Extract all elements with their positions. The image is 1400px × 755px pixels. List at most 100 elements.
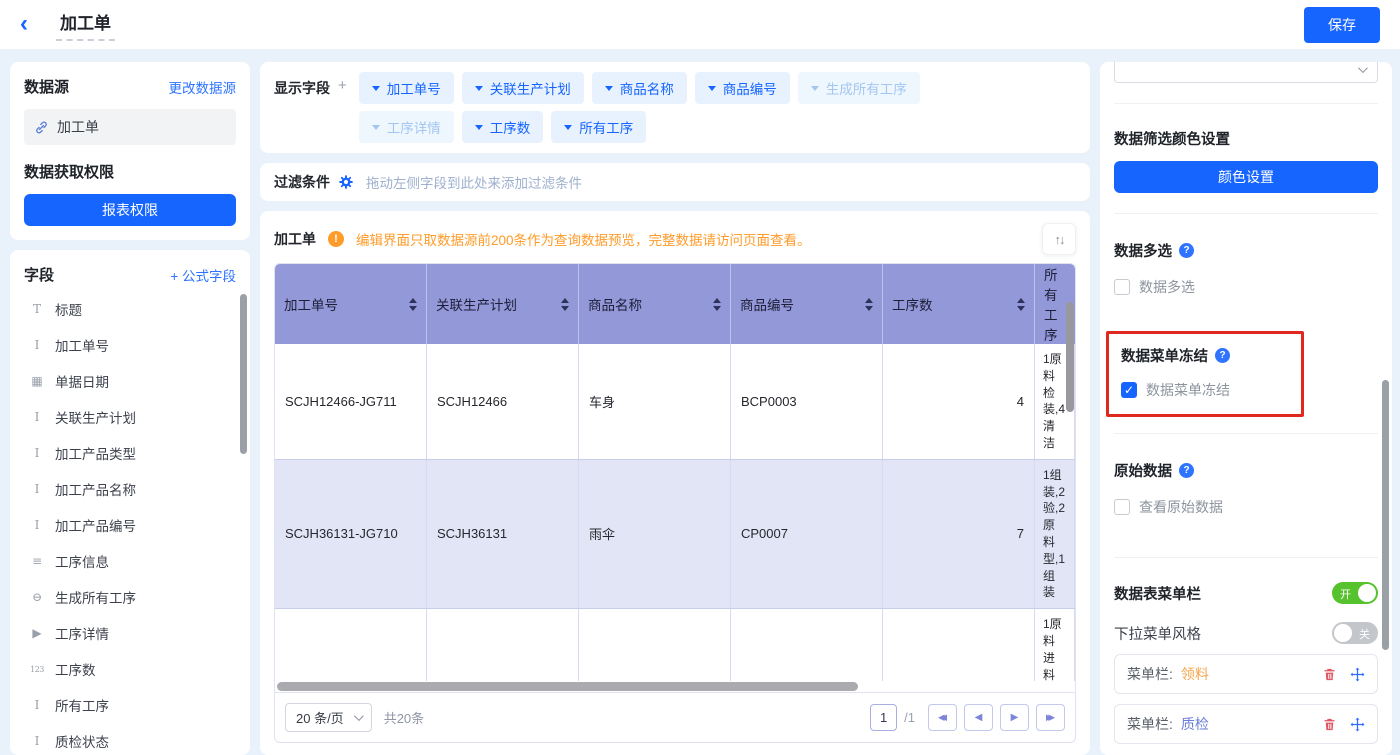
- menu-freeze-checkbox-row[interactable]: 数据菜单冻结: [1121, 380, 1289, 400]
- help-icon[interactable]: ?: [1179, 463, 1194, 478]
- clipped-dropdown[interactable]: [1114, 62, 1378, 83]
- chip-row: 加工单号关联生产计划商品名称商品编号生成所有工序: [359, 72, 920, 104]
- report-permission-button[interactable]: 报表权限: [24, 194, 236, 226]
- page-title[interactable]: 加工单: [56, 9, 115, 41]
- datasource-item-label: 加工单: [57, 117, 99, 137]
- chevron-down-icon: [475, 125, 483, 130]
- column-header[interactable]: 加工单号: [275, 264, 427, 344]
- field-chip[interactable]: 加工单号: [359, 72, 454, 104]
- dropdown-style-toggle[interactable]: 关: [1332, 622, 1378, 644]
- field-type-icon: I: [28, 410, 46, 424]
- save-button[interactable]: 保存: [1304, 7, 1380, 43]
- field-item[interactable]: I质检状态: [24, 723, 236, 755]
- field-item[interactable]: I加工产品编号: [24, 507, 236, 543]
- fields-scrollbar[interactable]: [240, 294, 247, 454]
- color-filter-title: 数据筛选颜色设置: [1114, 128, 1378, 149]
- table-menubar-toggle[interactable]: 开: [1332, 582, 1378, 604]
- field-item[interactable]: I 关联生产计划: [24, 399, 236, 435]
- field-item[interactable]: ⊖生成所有工序: [24, 579, 236, 615]
- sort-button[interactable]: ↑↓: [1042, 223, 1076, 255]
- filter-label: 过滤条件: [274, 172, 330, 192]
- field-item[interactable]: 123工序数: [24, 651, 236, 687]
- filter-dropzone-placeholder[interactable]: 拖动左侧字段到此处来添加过滤条件: [366, 172, 582, 192]
- checkbox[interactable]: [1114, 499, 1130, 515]
- datasource-item[interactable]: 加工单: [24, 109, 236, 145]
- sort-carets-icon[interactable]: [707, 298, 721, 311]
- help-icon[interactable]: ?: [1215, 348, 1230, 363]
- delete-icon[interactable]: [1322, 667, 1337, 682]
- annotation-red-box: 数据菜单冻结 ? 数据菜单冻结: [1106, 331, 1304, 417]
- field-chip[interactable]: 生成所有工序: [798, 72, 920, 104]
- cell-plan: SCJH52820: [427, 609, 579, 681]
- page-size-select[interactable]: 20 条/页: [285, 703, 372, 732]
- table-row[interactable]: SCJH36131-JG710SCJH36131雨伞CP000771组装,2 验…: [275, 460, 1075, 609]
- cell-product-code: CP0007: [731, 460, 883, 608]
- cell-all-procs: 1原料进 料检验, 预发密度 装,2清洁: [1035, 609, 1075, 681]
- column-header[interactable]: 商品编号: [731, 264, 883, 344]
- page-number-input[interactable]: 1: [870, 704, 897, 731]
- cell-proc-count: 4: [883, 344, 1035, 459]
- field-label: 关联生产计划: [55, 407, 136, 427]
- field-item[interactable]: I加工产品名称: [24, 471, 236, 507]
- move-icon[interactable]: [1350, 717, 1365, 732]
- column-header[interactable]: 商品名称: [579, 264, 731, 344]
- help-icon[interactable]: ?: [1179, 243, 1194, 258]
- prev-page-button[interactable]: ◀: [964, 704, 993, 731]
- add-formula-field-link[interactable]: + 公式字段: [170, 265, 236, 285]
- chip-rows: 加工单号关联生产计划商品名称商品编号生成所有工序 工序详情工序数所有工序: [359, 72, 920, 143]
- field-item[interactable]: ≡工序信息: [24, 543, 236, 579]
- sort-carets-icon[interactable]: [555, 298, 569, 311]
- divider: [1114, 213, 1378, 214]
- table-panel: 加工单 ! 编辑界面只取数据源前200条作为查询数据预览，完整数据请访问页面查看…: [260, 211, 1090, 755]
- preview-notice: 编辑界面只取数据源前200条作为查询数据预览，完整数据请访问页面查看。: [356, 229, 811, 249]
- field-item[interactable]: I加工产品类型: [24, 435, 236, 471]
- menu-bar-item: 菜单栏:质检: [1114, 704, 1378, 744]
- gear-icon[interactable]: [338, 174, 354, 190]
- field-item[interactable]: I加工单号: [24, 327, 236, 363]
- color-settings-button[interactable]: 颜色设置: [1114, 161, 1378, 193]
- last-page-button[interactable]: ▶▶: [1036, 704, 1065, 731]
- table-row[interactable]: SCJH12466-JG711SCJH12466车身BCP000341原料检 装…: [275, 344, 1075, 460]
- field-chip[interactable]: 商品编号: [695, 72, 790, 104]
- field-chip[interactable]: 关联生产计划: [462, 72, 584, 104]
- field-type-icon: I: [28, 698, 46, 712]
- checkbox[interactable]: [1114, 279, 1130, 295]
- settings-scrollbar[interactable]: [1382, 380, 1389, 650]
- field-item[interactable]: T标题: [24, 291, 236, 327]
- chevron-down-icon: [372, 86, 380, 91]
- checkbox[interactable]: [1121, 382, 1137, 398]
- column-header[interactable]: 工序数: [883, 264, 1035, 344]
- chevron-down-icon: [564, 125, 572, 130]
- sort-carets-icon[interactable]: [1011, 298, 1025, 311]
- delete-icon[interactable]: [1322, 717, 1337, 732]
- field-chip[interactable]: 所有工序: [551, 111, 646, 143]
- field-label: 工序信息: [55, 551, 109, 571]
- add-display-field-icon[interactable]: +: [338, 72, 347, 143]
- table-horizontal-scrollbar[interactable]: [277, 682, 858, 691]
- sort-carets-icon[interactable]: [403, 298, 417, 311]
- field-chip[interactable]: 工序数: [462, 111, 544, 143]
- next-page-button[interactable]: ▶: [1000, 704, 1029, 731]
- field-item[interactable]: ▶工序详情: [24, 615, 236, 651]
- first-page-button[interactable]: ◀◀: [928, 704, 957, 731]
- field-label: 加工产品名称: [55, 479, 136, 499]
- field-label: 所有工序: [55, 695, 109, 715]
- field-item[interactable]: I 所有工序: [24, 687, 236, 723]
- column-header[interactable]: 关联生产计划: [427, 264, 579, 344]
- move-icon[interactable]: [1350, 667, 1365, 682]
- change-datasource-link[interactable]: 更改数据源: [169, 77, 237, 97]
- table-row[interactable]: SCJH52820-JG432SCJH52820方椅CP001081原料进 料检…: [275, 609, 1075, 681]
- multi-select-checkbox-row[interactable]: 数据多选: [1114, 277, 1378, 297]
- cell-product-name: 方椅: [579, 609, 731, 681]
- table-title-row: 加工单 ! 编辑界面只取数据源前200条作为查询数据预览，完整数据请访问页面查看…: [274, 223, 1076, 255]
- back-chevron-icon[interactable]: ‹: [20, 14, 42, 36]
- menu-bar-item: 菜单栏:领料: [1114, 654, 1378, 694]
- table-vertical-scrollbar[interactable]: [1066, 302, 1074, 412]
- field-item[interactable]: ▦单据日期: [24, 363, 236, 399]
- field-chip[interactable]: 商品名称: [592, 72, 687, 104]
- raw-data-title: 原始数据 ?: [1114, 460, 1378, 481]
- warning-icon: !: [328, 231, 344, 247]
- raw-data-checkbox-row[interactable]: 查看原始数据: [1114, 497, 1378, 517]
- field-chip[interactable]: 工序详情: [359, 111, 454, 143]
- sort-carets-icon[interactable]: [859, 298, 873, 311]
